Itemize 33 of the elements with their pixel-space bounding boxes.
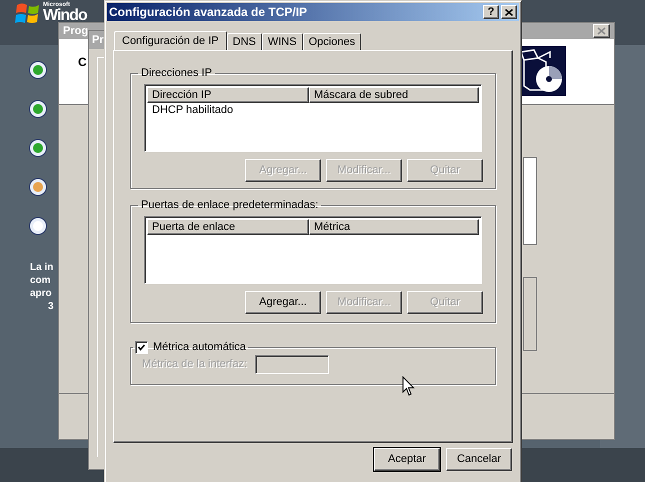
dialog-button[interactable]: Aceptar bbox=[374, 448, 440, 471]
logo-text: Windo bbox=[43, 8, 87, 24]
window-title: Configuración avanzada de TCP/IP bbox=[109, 4, 308, 21]
dialog-button[interactable]: Cancelar bbox=[446, 448, 512, 471]
checkbox[interactable] bbox=[135, 340, 148, 354]
column-header[interactable]: Dirección IP bbox=[147, 86, 309, 102]
group-label: Puertas de enlace predeterminadas: bbox=[140, 198, 320, 213]
mouse-cursor-icon bbox=[402, 376, 415, 397]
tab[interactable]: Opciones bbox=[302, 33, 362, 50]
column-header[interactable]: Puerta de enlace bbox=[147, 218, 309, 234]
windows-flag-icon bbox=[15, 2, 41, 26]
dialog-button[interactable]: Agregar... bbox=[245, 290, 321, 314]
window-title: Pr bbox=[92, 32, 104, 48]
info-text: com bbox=[30, 274, 52, 287]
tab[interactable]: WINS bbox=[262, 33, 303, 50]
column-header[interactable]: Máscara de subred bbox=[309, 86, 479, 102]
check-icon bbox=[138, 344, 145, 351]
column-header[interactable]: Métrica bbox=[309, 218, 479, 234]
table-cell-text: DHCP habilitado bbox=[151, 102, 234, 116]
info-text: La in bbox=[30, 261, 54, 274]
close-button[interactable] bbox=[501, 5, 517, 19]
close-icon bbox=[597, 27, 606, 35]
tab[interactable]: DNS bbox=[226, 33, 262, 50]
window-title: Prog bbox=[63, 24, 88, 39]
tab[interactable]: Configuración de IP bbox=[114, 31, 227, 50]
checkbox-label: Métrica automática bbox=[153, 340, 246, 355]
close-button[interactable] bbox=[593, 24, 610, 38]
close-icon bbox=[505, 8, 513, 16]
info-text: apro bbox=[30, 287, 53, 300]
group-label: Direcciones IP bbox=[140, 66, 213, 81]
info-text: 3 bbox=[47, 300, 54, 313]
header-text: C bbox=[78, 54, 87, 71]
help-button[interactable]: ? bbox=[483, 5, 499, 19]
